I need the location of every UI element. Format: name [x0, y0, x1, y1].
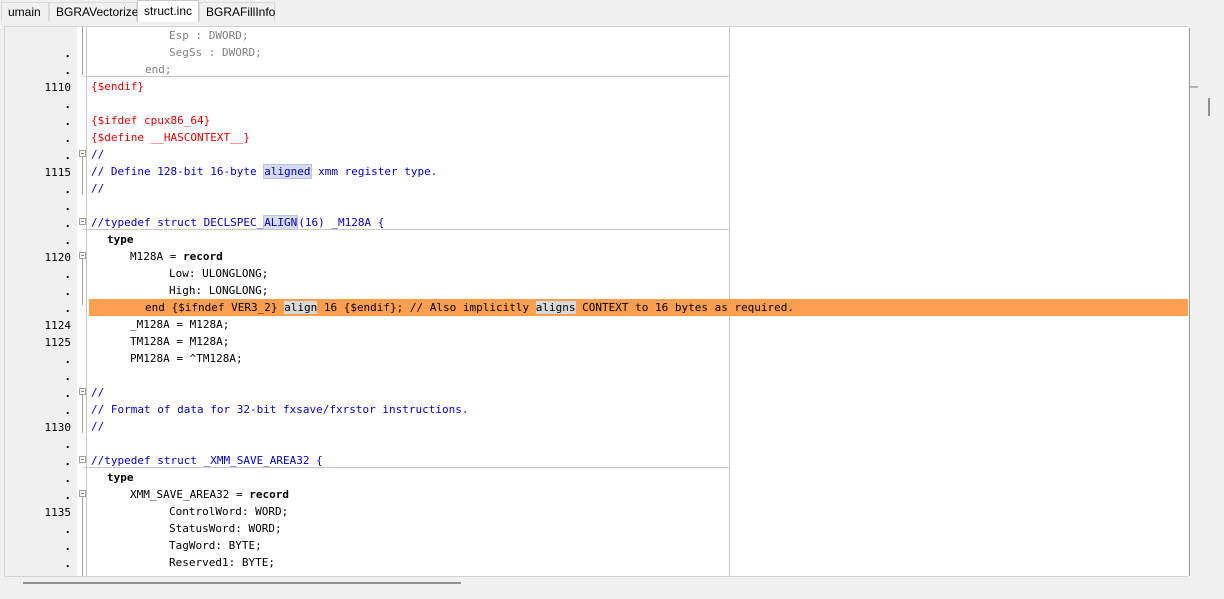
vertical-scrollbar-track	[1189, 28, 1190, 576]
code-line[interactable]: . Esp : DWORD;	[5, 27, 1195, 60]
code-line[interactable]: 1110 end;	[5, 61, 1195, 94]
code-fragment: XMM_SAVE_AREA32 =	[130, 488, 250, 501]
code-text: Esp : DWORD;	[169, 29, 249, 42]
vertical-scrollbar-thumb[interactable]	[1190, 86, 1198, 88]
code-text: //	[91, 420, 105, 433]
code-text: //	[91, 148, 105, 161]
code-line[interactable]: .	[5, 95, 1195, 128]
fold-toggle-icon[interactable]	[79, 252, 86, 259]
code-text: _M128A = M128A;	[130, 318, 230, 331]
code-fragment: // Define 128-bit 16-byte	[91, 165, 264, 178]
code-text: end;	[145, 63, 172, 76]
code-line[interactable]: . // Define 128-bit 16-byte aligned xmm …	[5, 163, 1195, 196]
horizontal-scrollbar-thumb[interactable]	[23, 582, 461, 584]
code-line[interactable]: .	[5, 367, 1195, 400]
tab-umain[interactable]: umain	[1, 2, 49, 21]
code-line[interactable]: . TM128A = M128A;	[5, 333, 1195, 366]
code-fragment: //typedef struct DECLSPEC_	[91, 216, 264, 229]
code-text: TM128A = M128A;	[130, 335, 230, 348]
fold-toggle-icon[interactable]	[79, 218, 86, 225]
code-text: Reserved1: BYTE;	[169, 556, 275, 569]
keyword: record	[182, 250, 223, 263]
tab-bgrafillinfo[interactable]: BGRAFillInfo	[199, 2, 275, 21]
fold-toggle-icon[interactable]	[79, 490, 86, 497]
code-text: SegSs : DWORD;	[169, 46, 262, 59]
code-text: ControlWord: WORD;	[169, 505, 289, 518]
code-line[interactable]: .	[5, 197, 1195, 230]
fold-toggle-icon[interactable]	[79, 150, 86, 157]
code-line[interactable]: . //	[5, 384, 1195, 417]
code-text: //typedef struct _XMM_SAVE_AREA32 {	[91, 454, 323, 467]
code-line[interactable]: .	[5, 435, 1195, 468]
code-text: // Format of data for 32-bit fxsave/fxrs…	[91, 403, 469, 416]
code-text: High: LONGLONG;	[169, 284, 269, 297]
code-text: {$ifdef cpux86_64}	[91, 114, 211, 127]
code-fragment: CONTEXT to 16 bytes as required.	[575, 301, 795, 314]
code-text: TagWord: BYTE;	[169, 539, 262, 552]
code-line[interactable]: . High: LONGLONG;	[5, 282, 1195, 315]
code-line[interactable]: . Low: ULONGLONG;	[5, 265, 1195, 298]
code-line[interactable]: . TagWord: BYTE;	[5, 537, 1195, 570]
code-text: type	[107, 471, 134, 484]
code-text: Low: ULONGLONG;	[169, 267, 269, 280]
current-line[interactable]: 1124 end {$ifndef VER3_2} align 16 {$end…	[5, 299, 1195, 332]
highlighted-word: ALIGN	[263, 215, 299, 230]
code-line[interactable]: . Reserved1: BYTE;	[5, 554, 1195, 576]
code-text: {$endif}	[91, 80, 144, 93]
code-text: {$define __HASCONTEXT__}	[91, 131, 250, 144]
code-line[interactable]: . //typedef struct DECLSPEC_ALIGN(16) _M…	[5, 214, 1195, 247]
horizontal-scrollbar[interactable]	[4, 577, 1200, 595]
code-text: //	[91, 182, 105, 195]
code-fragment: M128A =	[130, 250, 183, 263]
code-fragment: end {$ifndef VER3_2}	[145, 301, 285, 314]
code-fragment: xmm register type.	[311, 165, 438, 178]
overview-marker	[1208, 98, 1210, 116]
code-line[interactable]: 1115 //	[5, 146, 1195, 179]
code-line[interactable]: . //	[5, 418, 1195, 451]
fold-toggle-icon[interactable]	[79, 456, 86, 463]
code-line[interactable]: 1130 // Format of data for 32-bit fxsave…	[5, 401, 1195, 434]
highlighted-word: align	[284, 301, 318, 314]
code-line[interactable]: . {$define __HASCONTEXT__}	[5, 129, 1195, 162]
highlighted-word: aligns	[535, 301, 576, 314]
code-text: //typedef struct DECLSPEC_ALIGN(16) _M12…	[91, 214, 384, 231]
code-line[interactable]: . PM128A = ^TM128A;	[5, 350, 1195, 383]
code-line[interactable]: . {$ifdef cpux86_64}	[5, 112, 1195, 145]
code-line[interactable]: . ControlWord: WORD;	[5, 503, 1195, 536]
code-text: end {$ifndef VER3_2} align 16 {$endif}; …	[145, 299, 794, 316]
code-line[interactable]: 1135 XMM_SAVE_AREA32 = record	[5, 486, 1195, 519]
code-text: M128A = record	[130, 248, 223, 265]
code-line[interactable]: . //typedef struct _XMM_SAVE_AREA32 {	[5, 452, 1195, 485]
code-text: type	[107, 233, 134, 246]
code-text: XMM_SAVE_AREA32 = record	[130, 486, 289, 503]
tab-bar: umain BGRAVectorize struct.inc BGRAFillI…	[0, 0, 1224, 22]
code-line[interactable]: 1120 type	[5, 231, 1195, 264]
keyword: record	[249, 488, 289, 501]
code-fragment: (16) _M128A {	[298, 216, 385, 229]
code-editor[interactable]: . Esp : DWORD; . SegSs : DWORD; 1110 end…	[4, 26, 1200, 577]
code-line[interactable]: . M128A = record	[5, 248, 1195, 281]
tab-bgravectorize[interactable]: BGRAVectorize	[49, 2, 138, 21]
code-line[interactable]: . StatusWord: WORD;	[5, 520, 1195, 553]
code-text: // Define 128-bit 16-byte aligned xmm re…	[91, 163, 437, 180]
tab-struct-inc[interactable]: struct.inc	[137, 0, 199, 22]
code-text: //	[91, 386, 105, 399]
code-line[interactable]: 1125 _M128A = M128A;	[5, 316, 1195, 349]
code-text: StatusWord: WORD;	[169, 522, 282, 535]
code-line[interactable]: . {$endif}	[5, 78, 1195, 111]
fold-toggle-icon[interactable]	[79, 388, 86, 395]
code-line[interactable]: . //	[5, 180, 1195, 213]
code-line[interactable]: . SegSs : DWORD;	[5, 44, 1195, 77]
code-fragment: 16 {$endif}; // Also implicitly	[317, 301, 536, 314]
code-text: PM128A = ^TM128A;	[130, 352, 243, 365]
highlighted-word: aligned	[263, 164, 312, 179]
code-line[interactable]: . type	[5, 469, 1195, 502]
